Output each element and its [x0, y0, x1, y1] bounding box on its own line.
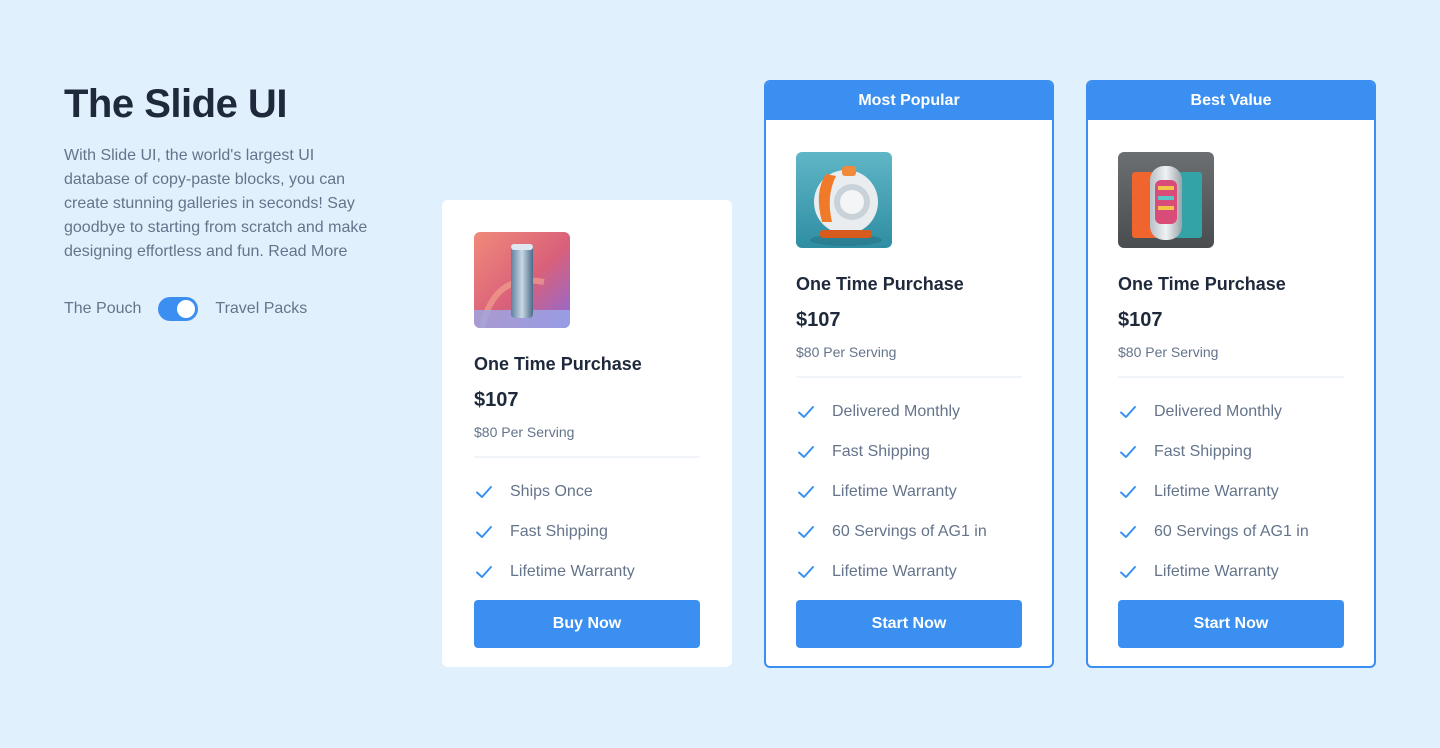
card-price: $107	[796, 309, 841, 331]
feature-text: Lifetime Warranty	[832, 563, 957, 580]
card-title: One Time Purchase	[474, 354, 642, 374]
feature-item: Lifetime Warranty	[1118, 552, 1344, 592]
pricing-card-best-value: Best Value One Time Purchase $107 $80 Pe…	[1086, 80, 1376, 668]
card-divider	[1118, 376, 1344, 378]
feature-text: Fast Shipping	[510, 523, 608, 540]
feature-text: Fast Shipping	[832, 443, 930, 460]
card-serving-price: $80 Per Serving	[474, 424, 575, 440]
check-icon	[476, 526, 492, 538]
card-serving-price: $80 Per Serving	[1118, 344, 1219, 360]
check-icon	[798, 526, 814, 538]
feature-list: Ships Once Fast Shipping Lifetime Warran…	[474, 472, 700, 592]
intro-section: The Slide UI With Slide UI, the world's …	[64, 80, 384, 322]
card-title: One Time Purchase	[796, 274, 964, 294]
feature-item: Fast Shipping	[796, 432, 1022, 472]
feature-item: Lifetime Warranty	[796, 552, 1022, 592]
check-icon	[798, 406, 814, 418]
check-icon	[798, 446, 814, 458]
feature-text: Ships Once	[510, 483, 593, 500]
start-now-button[interactable]: Start Now	[796, 600, 1022, 648]
feature-text: 60 Servings of AG1 in	[832, 523, 987, 540]
plan-toggle-row: The Pouch Travel Packs	[64, 296, 384, 322]
feature-item: Lifetime Warranty	[796, 472, 1022, 512]
feature-item: Delivered Monthly	[796, 392, 1022, 432]
toggle-label-right: Travel Packs	[215, 300, 308, 317]
card-price: $107	[474, 389, 519, 411]
feature-item: Lifetime Warranty	[474, 552, 700, 592]
pricing-card-most-popular: Most Popular One Time Purchase $107 $80 …	[764, 80, 1054, 668]
page-title: The Slide UI	[64, 82, 287, 126]
pricing-card-one-time: One Time Purchase $107 $80 Per Serving S…	[442, 200, 732, 667]
check-icon	[1120, 486, 1136, 498]
product-image-device-teal	[1118, 152, 1214, 248]
product-image-device-orange	[796, 152, 892, 248]
best-value-banner: Best Value	[1088, 82, 1374, 120]
check-icon	[476, 566, 492, 578]
intro-description: With Slide UI, the world's largest UI da…	[64, 147, 368, 260]
check-icon	[798, 566, 814, 578]
card-title: One Time Purchase	[1118, 274, 1286, 294]
product-image-bottle	[474, 232, 570, 328]
check-icon	[1120, 526, 1136, 538]
feature-list: Delivered Monthly Fast Shipping Lifetime…	[1118, 392, 1344, 592]
feature-text: Lifetime Warranty	[1154, 563, 1279, 580]
feature-item: Ships Once	[474, 472, 700, 512]
feature-item: Delivered Monthly	[1118, 392, 1344, 432]
feature-text: Delivered Monthly	[1154, 403, 1283, 420]
toggle-label-left: The Pouch	[64, 300, 142, 317]
check-icon	[798, 486, 814, 498]
check-icon	[1120, 566, 1136, 578]
check-icon	[1120, 406, 1136, 418]
check-icon	[1120, 446, 1136, 458]
feature-text: Fast Shipping	[1154, 443, 1252, 460]
feature-text: Lifetime Warranty	[1154, 483, 1279, 500]
feature-list: Delivered Monthly Fast Shipping Lifetime…	[796, 392, 1022, 592]
feature-item: 60 Servings of AG1 in	[1118, 512, 1344, 552]
plan-toggle-switch[interactable]	[158, 297, 199, 321]
start-now-button[interactable]: Start Now	[1118, 600, 1344, 648]
card-divider	[796, 376, 1022, 378]
feature-item: Fast Shipping	[474, 512, 700, 552]
card-serving-price: $80 Per Serving	[796, 344, 897, 360]
buy-now-button[interactable]: Buy Now	[474, 600, 700, 648]
feature-item: Lifetime Warranty	[1118, 472, 1344, 512]
toggle-knob	[177, 300, 196, 318]
most-popular-banner: Most Popular	[766, 82, 1052, 120]
card-price: $107	[1118, 309, 1163, 331]
feature-text: Delivered Monthly	[832, 403, 961, 420]
feature-item: Fast Shipping	[1118, 432, 1344, 472]
feature-text: Lifetime Warranty	[832, 483, 957, 500]
feature-text: Lifetime Warranty	[510, 563, 635, 580]
card-divider	[474, 456, 700, 458]
feature-item: 60 Servings of AG1 in	[796, 512, 1022, 552]
check-icon	[476, 486, 492, 498]
feature-text: 60 Servings of AG1 in	[1154, 523, 1309, 540]
